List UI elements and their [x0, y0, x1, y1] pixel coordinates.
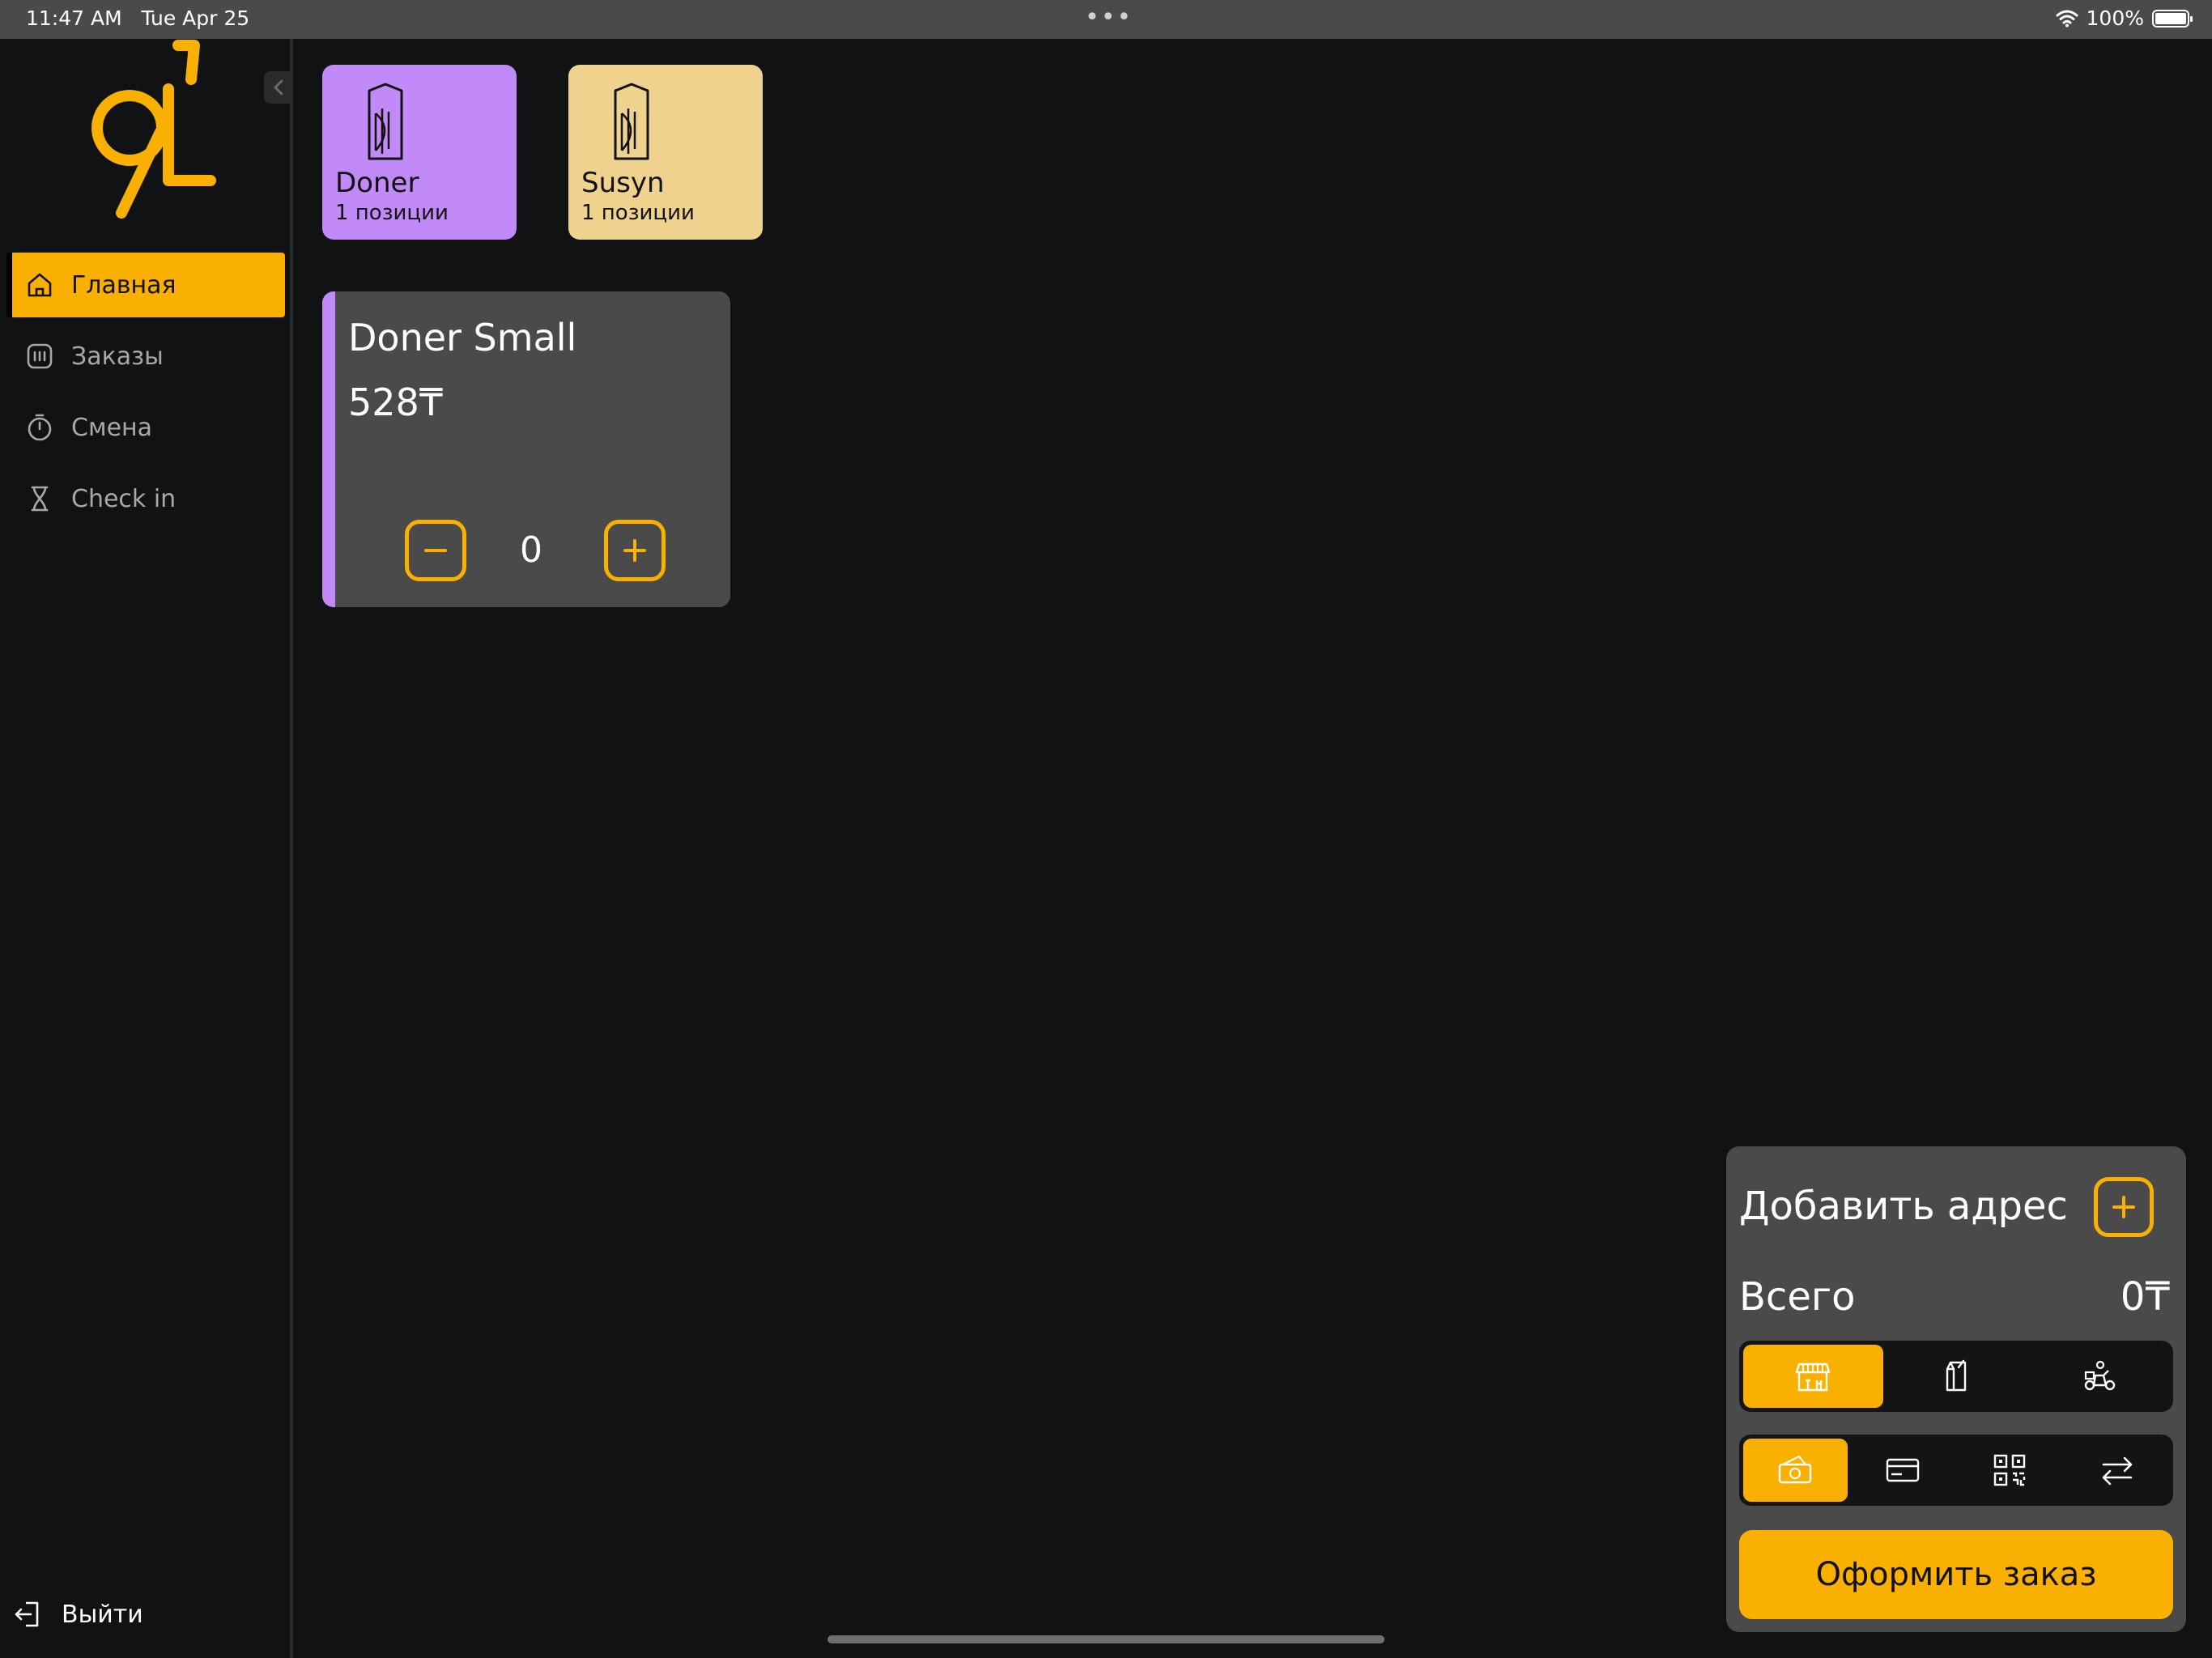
increase-quantity-button[interactable] — [604, 520, 666, 581]
add-address-button[interactable] — [2094, 1177, 2154, 1237]
wrap-icon — [614, 83, 649, 160]
store-icon — [1796, 1363, 1831, 1392]
category-susyn[interactable]: Susyn 1 позиции — [568, 65, 763, 240]
transfer-icon — [2102, 1456, 2133, 1486]
home-icon — [28, 273, 52, 297]
timer-icon — [28, 414, 52, 441]
plus-icon — [2112, 1196, 2135, 1218]
order-panel: Добавить адрес Всего 0₸ Оформить заказ — [1726, 1146, 2186, 1632]
order-type-delivery[interactable] — [2029, 1345, 2169, 1408]
sidebar: Главная Заказы Смена Check in Выйти — [0, 39, 293, 1658]
orders-icon — [27, 343, 53, 369]
brand-logo — [91, 40, 216, 219]
cash-icon — [1779, 1455, 1812, 1484]
sidebar-item-checkin[interactable]: Check in — [6, 466, 285, 531]
home-indicator[interactable] — [827, 1635, 1385, 1643]
payment-transfer[interactable] — [2065, 1439, 2170, 1502]
decrease-quantity-button[interactable] — [405, 520, 466, 581]
payment-method-selector — [1739, 1435, 2173, 1506]
takeaway-bag-icon — [1946, 1359, 1967, 1392]
status-clock: 11:47 AM — [26, 6, 122, 30]
sidebar-item-shift[interactable]: Смена — [6, 395, 285, 460]
sidebar-nav: Главная Заказы Смена Check in — [6, 253, 285, 538]
category-count: 1 позиции — [335, 201, 449, 225]
payment-qr[interactable] — [1958, 1439, 2062, 1502]
category-doner[interactable]: Doner 1 позиции — [322, 65, 517, 240]
logout-icon — [15, 1601, 39, 1627]
status-date: Tue Apr 25 — [141, 6, 250, 30]
logout-label: Выйти — [62, 1600, 143, 1629]
plus-icon — [623, 539, 646, 562]
sidebar-item-label: Заказы — [71, 342, 164, 371]
wrap-icon — [368, 83, 403, 160]
category-name: Susyn — [581, 167, 665, 199]
product-category-accent — [322, 291, 335, 607]
add-address-label: Добавить адрес — [1739, 1184, 2068, 1229]
status-right: 100% — [2056, 6, 2193, 30]
status-bar: 11:47 AM Tue Apr 25 ••• 100% — [0, 0, 2212, 39]
order-type-takeaway[interactable] — [1887, 1345, 2027, 1408]
multitasking-dots[interactable]: ••• — [1085, 3, 1133, 32]
battery-icon — [2152, 9, 2193, 28]
chevron-left-icon — [273, 79, 283, 96]
category-name: Doner — [335, 167, 419, 199]
product-price: 528₸ — [348, 380, 444, 424]
product-card: Doner Small 528₸ 0 — [322, 291, 730, 607]
qr-code-icon — [1994, 1454, 2026, 1486]
order-type-selector — [1739, 1341, 2173, 1412]
status-time: 11:47 AM Tue Apr 25 — [26, 6, 249, 30]
quantity-value: 0 — [520, 529, 542, 571]
sidebar-item-label: Смена — [71, 413, 153, 442]
wifi-icon — [2056, 10, 2078, 27]
total-label: Всего — [1739, 1274, 1856, 1320]
sidebar-item-label: Check in — [71, 484, 177, 513]
sidebar-item-home[interactable]: Главная — [6, 253, 285, 317]
order-type-dine-in[interactable] — [1743, 1345, 1883, 1408]
delivery-scooter-icon — [2084, 1360, 2115, 1391]
payment-cash[interactable] — [1743, 1439, 1848, 1502]
logout-button[interactable]: Выйти — [11, 1598, 143, 1630]
product-name: Doner Small — [348, 316, 577, 359]
total-value: 0₸ — [2120, 1274, 2170, 1320]
card-icon — [1886, 1458, 1919, 1482]
sidebar-item-label: Главная — [71, 270, 177, 300]
sidebar-item-orders[interactable]: Заказы — [6, 324, 285, 389]
minus-icon — [424, 549, 447, 552]
category-count: 1 позиции — [581, 201, 695, 225]
battery-percent: 100% — [2086, 6, 2144, 30]
hourglass-icon — [31, 486, 49, 512]
submit-order-button[interactable]: Оформить заказ — [1739, 1530, 2173, 1619]
sidebar-collapse-button[interactable] — [264, 71, 293, 104]
payment-card[interactable] — [1851, 1439, 1955, 1502]
